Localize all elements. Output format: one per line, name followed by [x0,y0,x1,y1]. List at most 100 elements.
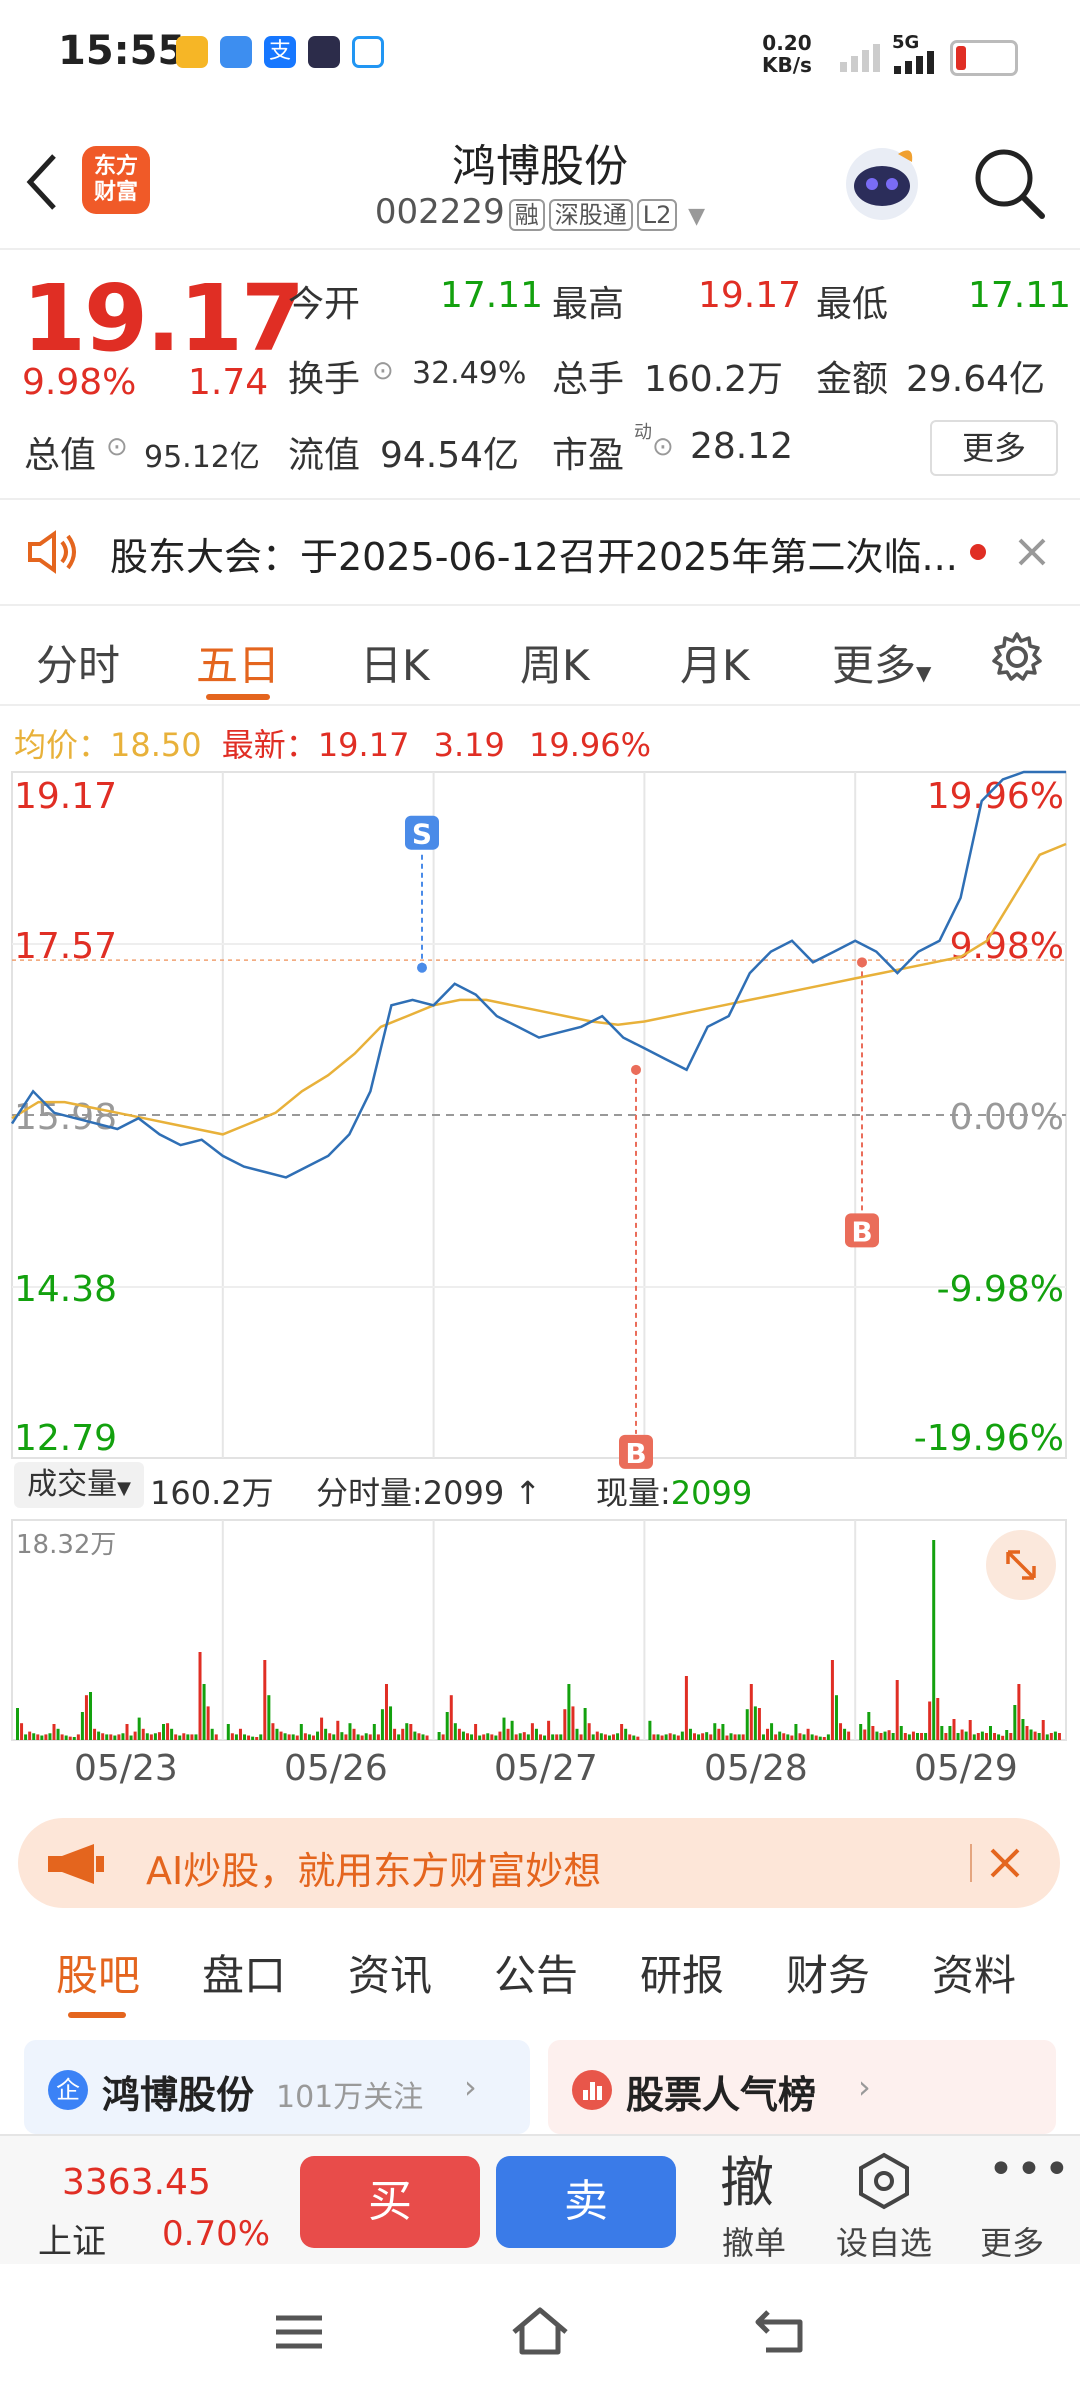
date-label: 05/27 [494,1748,598,1789]
volume-bar [749,1684,753,1740]
volume-bar [105,1734,109,1740]
volume-bar [482,1734,486,1740]
y-axis-label-right: -9.98% [937,1269,1064,1310]
volume-bar [40,1735,44,1740]
tab-monthly-k[interactable]: 月K [680,632,750,693]
volume-bar [697,1734,701,1740]
more-button[interactable]: 更多 [930,420,1058,476]
change-percent: 9.98% [22,362,137,403]
index-value[interactable]: 3363.45 [62,2162,211,2203]
volume-bar [753,1706,757,1740]
gear-icon[interactable] [990,630,1044,684]
volume-bar [421,1734,425,1740]
volume-bar [510,1720,514,1740]
amount-value: 29.64亿 [906,359,1046,400]
volume-bar [291,1734,295,1740]
volume-bar [316,1731,320,1740]
volume-bar [879,1733,883,1740]
tab-order-book[interactable]: 盘口 [202,1942,286,2003]
volume-bar [44,1734,48,1740]
stock-header: 东方 财富 鸿博股份 002229 融深股通 L2 ▼ [0,110,1080,250]
tab-more[interactable]: 更多▼ [832,632,931,693]
index-name[interactable]: 上证 [38,2214,106,2263]
back-nav-icon[interactable] [754,2308,806,2354]
price-chart[interactable]: 19.1717.5715.9814.3812.79 19.96%9.98%0.0… [0,768,1080,1768]
more-dots-icon[interactable]: ••• [988,2144,1072,2195]
volume-bar [1013,1705,1017,1740]
tab-news[interactable]: 资讯 [348,1942,432,2003]
popularity-card[interactable]: 股票人气榜 › [548,2040,1056,2134]
turnover-value: 32.49% [412,356,527,391]
close-icon[interactable] [1016,536,1048,568]
current-price: 19.17 [22,265,305,372]
volume-bar [737,1734,741,1740]
cancel-order-label[interactable]: 撤单 [722,2218,786,2264]
volume-bar [89,1692,93,1740]
volume-bar [405,1723,409,1740]
ai-banner[interactable]: AI炒股，就用东方财富妙想 [18,1818,1060,1908]
robot-assistant-icon[interactable] [840,140,924,224]
volume-bar [587,1723,591,1740]
volume-bar [514,1734,518,1740]
tab-finance[interactable]: 财务 [786,1942,870,2003]
add-watchlist-label[interactable]: 设自选 [836,2218,932,2264]
expand-icon[interactable] [986,1530,1056,1600]
volume-bar [230,1733,234,1740]
volume-bar [660,1735,664,1740]
open-value: 17.11 [440,275,544,316]
volume-bar [871,1726,875,1740]
volume-bar [676,1735,680,1740]
volume-bar [153,1733,157,1740]
tick-volume: 分时量:2099 ↑ [316,1474,542,1512]
volume-bar [332,1734,336,1740]
latest-value: 19.17 [317,726,410,764]
volume-bar [867,1712,871,1740]
close-icon[interactable] [988,1846,1022,1880]
volume-total: 160.2万 [150,1474,274,1512]
buy-button[interactable]: 买 [300,2156,480,2248]
home-icon[interactable] [510,2306,570,2356]
more-label[interactable]: 更多 [980,2218,1044,2264]
cancel-order-icon[interactable]: 撤 [720,2138,774,2217]
volume-bar [263,1660,267,1740]
avg-value: 18.50 [110,726,202,764]
volume-bar [932,1540,936,1740]
tab-profile[interactable]: 资料 [932,1942,1016,2003]
tab-weekly-k[interactable]: 周K [520,632,590,693]
guba-card[interactable]: 企 鸿博股份 101万关注 › [24,2040,530,2134]
volume-bar [125,1724,129,1740]
tab-intraday[interactable]: 分时 [36,632,120,693]
volume-bar [303,1733,307,1740]
notice-bar[interactable]: 股东大会：于2025-06-12召开2025年第二次临... [0,498,1080,606]
price-line [10,770,1066,1179]
search-icon[interactable] [972,146,1048,222]
menu-icon[interactable] [274,2312,324,2352]
tab-announcements[interactable]: 公告 [494,1942,578,2003]
sell-button[interactable]: 卖 [496,2156,676,2248]
volume-bar [1033,1731,1037,1740]
info-icon[interactable]: ⊙ [652,432,674,462]
volume-bar [936,1698,940,1740]
tab-daily-k[interactable]: 日K [360,632,430,693]
volume-bar [437,1732,441,1740]
volume-bar [1041,1720,1045,1740]
volume-bar [129,1735,133,1740]
info-icon[interactable]: ⊙ [372,356,394,386]
trade-marker-label: S [412,818,432,851]
tab-guba[interactable]: 股吧 [56,1942,140,2003]
volume-bar [822,1737,826,1740]
volume-bar [733,1734,737,1740]
battery-icon [950,40,1018,76]
volume-bar [340,1732,344,1740]
tab-five-day[interactable]: 五日 [196,632,280,693]
index-change[interactable]: 0.70% [162,2214,270,2254]
volume-indicator-select[interactable]: 成交量▼ [14,1462,144,1508]
volume-bar [413,1731,417,1740]
trade-marker-dot [857,957,867,968]
volume-bar [624,1728,628,1740]
tab-research[interactable]: 研报 [640,1942,724,2003]
volume-bar [839,1723,843,1740]
info-icon[interactable]: ⊙ [106,432,128,462]
add-watchlist-icon[interactable] [856,2152,912,2210]
volume-bar [688,1728,692,1740]
